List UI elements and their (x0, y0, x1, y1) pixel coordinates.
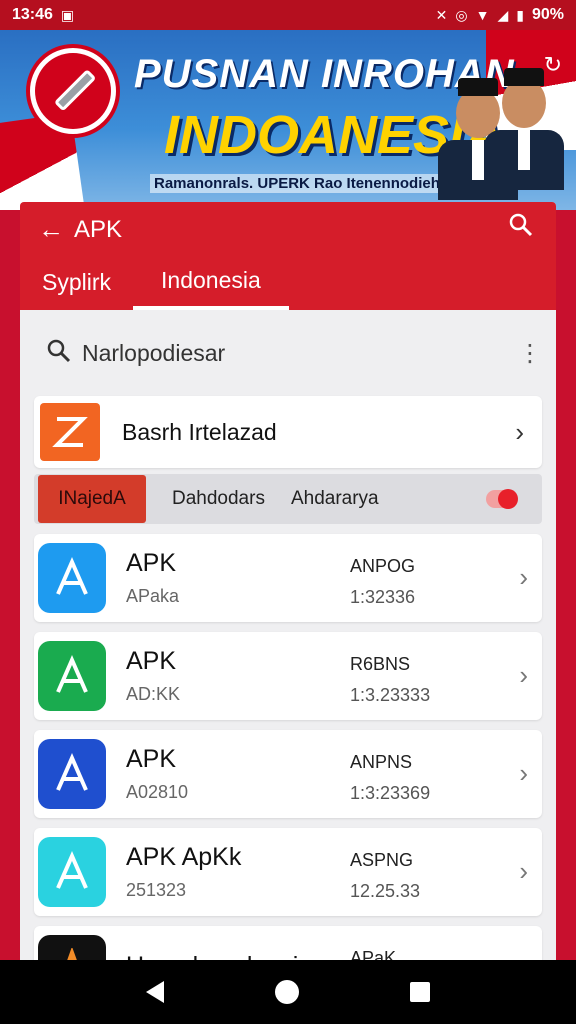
app-meta-label: ANPOG (350, 556, 416, 576)
chevron-right-icon: › (515, 416, 524, 447)
promo-banner[interactable]: PUSNAN INROHAN INDOANESIA Ramanonrals. U… (0, 30, 576, 210)
app-bar-title: APK (74, 215, 123, 243)
app-store-icon (38, 641, 106, 711)
app-name: APK (126, 549, 177, 577)
back-button[interactable]: ← APK (38, 214, 122, 245)
signal-icon: ◢ (497, 6, 509, 23)
search-icon[interactable] (508, 212, 534, 245)
status-bar: 13:46 ▣ ✕ ◎ ▼ ◢ ▮ 90% (0, 0, 576, 30)
app-subtitle: AD:KK (126, 684, 181, 704)
battery-level: 90% (531, 6, 564, 23)
app-name: APK (126, 647, 177, 675)
data-saver-icon: ◎ (455, 6, 468, 23)
app-meta-value: 1:3.23333 (350, 685, 431, 705)
wifi-icon: ▼ (475, 7, 490, 23)
app-name: APK (126, 745, 177, 773)
banner-person-2 (484, 68, 564, 190)
app-list: APK APaka ANPOG 1:32336 › APK AD:KK R6BN… (20, 534, 556, 962)
filter-chip-active[interactable]: INajedA (38, 475, 146, 523)
app-subtitle: A02810 (126, 782, 189, 802)
app-store-icon (38, 543, 106, 613)
list-item[interactable]: APK AD:KK R6BNS 1:3.23333 › (34, 632, 542, 720)
app-meta-value: 1:32336 (350, 587, 416, 607)
app-meta-label: ANPNS (350, 752, 413, 772)
photo-icon: ▣ (60, 6, 75, 23)
pencil-logo-icon (55, 70, 95, 111)
nav-back-icon[interactable] (145, 981, 164, 1003)
filter-toggle[interactable] (486, 489, 518, 509)
feature-app-icon (40, 403, 100, 461)
mute-icon: ✕ (435, 6, 448, 23)
tab-indonesia[interactable]: Indonesia (133, 254, 289, 310)
tab-bar: Syplirk Indonesia (20, 254, 556, 310)
app-subtitle: APaka (126, 586, 180, 606)
feature-item[interactable]: Basrh Irtelazad › (34, 396, 542, 468)
app-meta-value: 12.25.33 (350, 881, 421, 901)
search-bar[interactable]: Narlopodiesar ⋮ (20, 310, 556, 396)
banner-subtitle: Ramanonrals. UPERK Rao Itenennodiehte (150, 174, 458, 193)
app-meta-label: ASPNG (350, 850, 414, 870)
list-item[interactable]: APK ApKk 251323 ASPNG 12.25.33 › (34, 828, 542, 916)
battery-icon: ▮ (516, 6, 524, 23)
search-field-icon (46, 338, 72, 369)
app-window: ← APK Syplirk Indonesia Narlopodiesar ⋮ … (20, 202, 556, 962)
nav-home-icon[interactable] (274, 980, 299, 1004)
list-item[interactable]: Uamalamelgasir. APaK › (34, 926, 542, 962)
refresh-icon[interactable]: ↻ (544, 52, 562, 78)
back-arrow-icon: ← (38, 214, 64, 244)
app-meta-value: 1:3:23369 (350, 783, 431, 803)
chevron-right-icon: › (519, 562, 528, 592)
banner-logo (26, 44, 120, 138)
app-name: APK ApKk (126, 843, 242, 871)
feature-label: Basrh Irtelazad (122, 418, 277, 445)
chevron-right-icon: › (519, 758, 528, 788)
filter-option-1[interactable]: Dahdodars (172, 488, 265, 510)
list-item[interactable]: APK APaka ANPOG 1:32336 › (34, 534, 542, 622)
filter-option-2[interactable]: Ahdararya (291, 488, 379, 510)
search-input[interactable]: Narlopodiesar (82, 340, 508, 367)
nav-recents-icon[interactable] (410, 982, 431, 1002)
list-item[interactable]: APK A02810 ANPNS 1:3:23369 › (34, 730, 542, 818)
tab-syplirk[interactable]: Syplirk (20, 254, 133, 310)
app-meta-label: R6BNS (350, 654, 411, 674)
app-icon-dark (38, 935, 106, 962)
app-subtitle: 251323 (126, 880, 187, 900)
status-time: 13:46 (12, 6, 53, 23)
chevron-right-icon: › (519, 660, 528, 690)
filter-bar: INajedA Dahdodars Ahdararya (34, 474, 542, 524)
chevron-right-icon: › (519, 856, 528, 886)
more-options-icon[interactable]: ⋮ (518, 339, 542, 368)
app-store-icon (38, 739, 106, 809)
system-nav-bar (0, 960, 576, 1024)
app-store-icon (38, 837, 106, 907)
app-bar: ← APK Syplirk Indonesia (20, 202, 556, 310)
